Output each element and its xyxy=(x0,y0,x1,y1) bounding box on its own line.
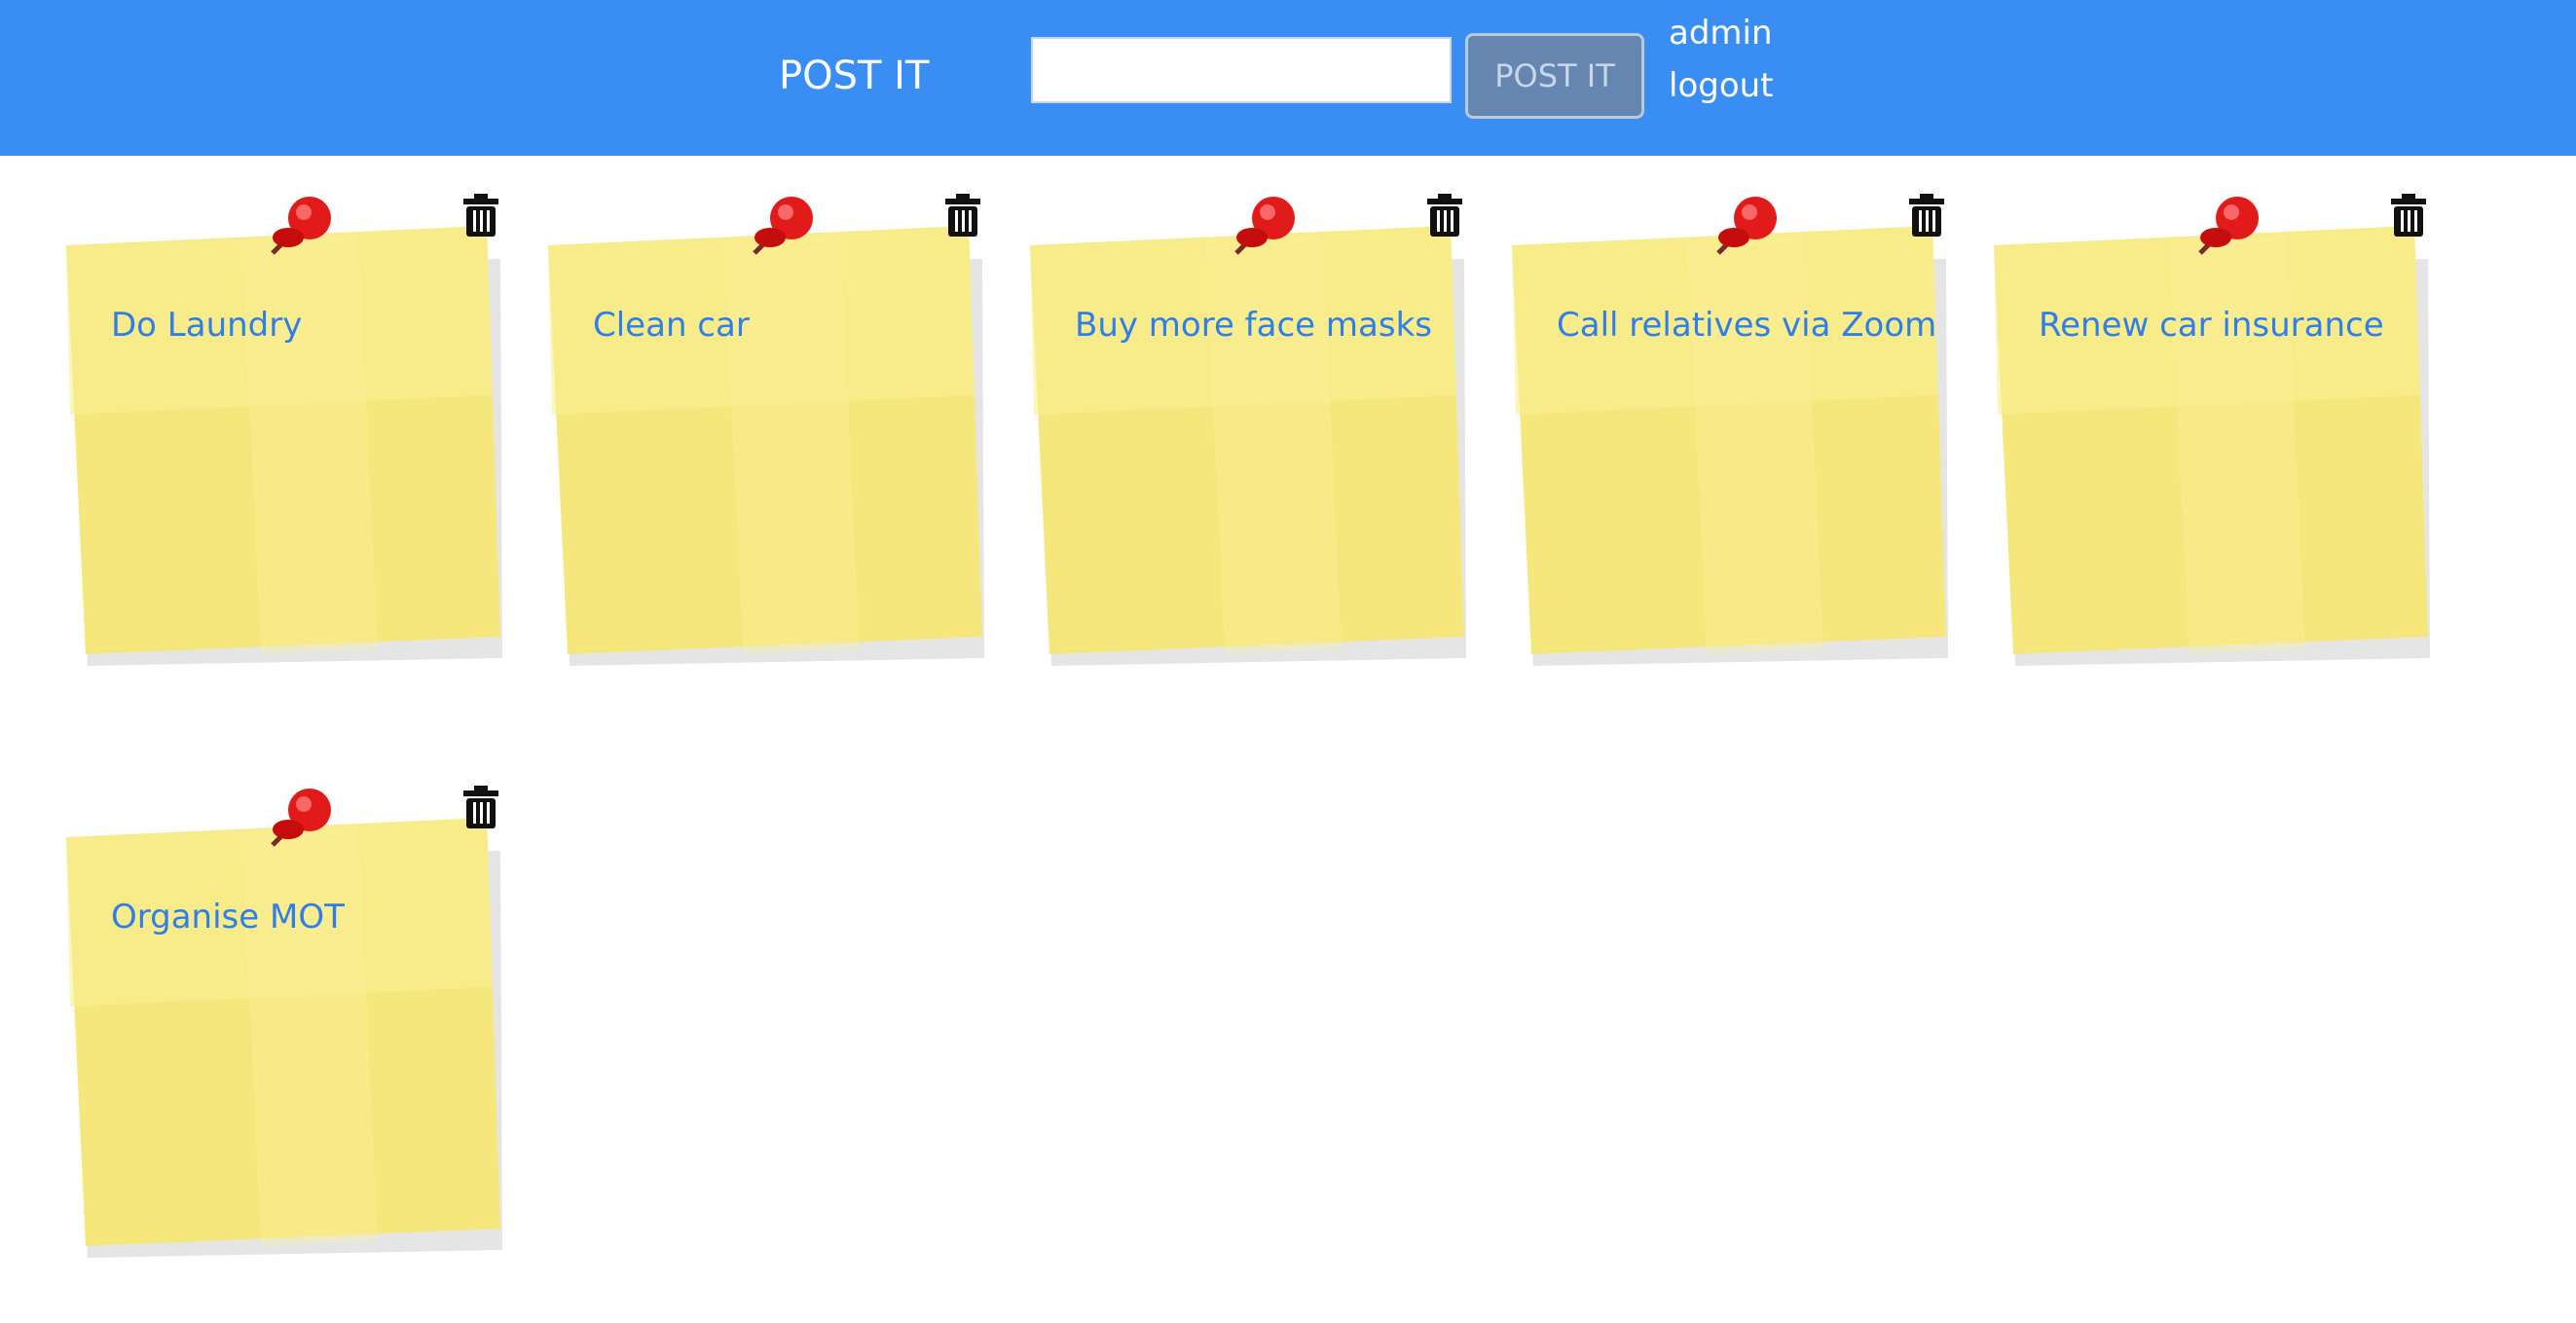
sticky-note: Renew car insurance xyxy=(1994,171,2451,678)
trash-icon[interactable] xyxy=(943,193,982,238)
note-text[interactable]: Call relatives via Zoom xyxy=(1557,304,1936,347)
trash-icon[interactable] xyxy=(2389,193,2428,238)
post-it-button[interactable]: POST IT xyxy=(1465,33,1644,119)
trash-icon[interactable] xyxy=(1907,193,1946,238)
pushpin-icon xyxy=(753,197,813,255)
note-text[interactable]: Clean car xyxy=(593,304,750,347)
new-note-input[interactable] xyxy=(1031,37,1452,103)
sticky-note: Organise MOT xyxy=(66,763,524,1269)
sticky-note: Do Laundry xyxy=(66,171,524,678)
app-title: POST IT xyxy=(779,54,930,98)
note-text[interactable]: Renew car insurance xyxy=(2039,304,2384,347)
trash-icon[interactable] xyxy=(461,193,500,238)
pushpin-icon xyxy=(271,789,331,847)
note-text[interactable]: Do Laundry xyxy=(111,304,302,347)
sticky-note: Clean car xyxy=(548,171,1006,678)
app-header: POST IT POST IT admin logout xyxy=(0,0,2576,156)
pushpin-icon xyxy=(1716,197,1777,255)
logout-link[interactable]: logout xyxy=(1669,64,1774,107)
pushpin-icon xyxy=(1234,197,1295,255)
pushpin-icon xyxy=(271,197,331,255)
notes-board: Do Laundry Clean car Buy more face masks… xyxy=(0,156,2576,1323)
sticky-note: Call relatives via Zoom xyxy=(1512,171,1969,678)
trash-icon[interactable] xyxy=(461,785,500,829)
sticky-note: Buy more face masks xyxy=(1030,171,1488,678)
trash-icon[interactable] xyxy=(1425,193,1464,238)
note-text[interactable]: Organise MOT xyxy=(111,896,345,938)
note-text[interactable]: Buy more face masks xyxy=(1075,304,1432,347)
pushpin-icon xyxy=(2198,197,2259,255)
user-name-link[interactable]: admin xyxy=(1669,12,1773,55)
